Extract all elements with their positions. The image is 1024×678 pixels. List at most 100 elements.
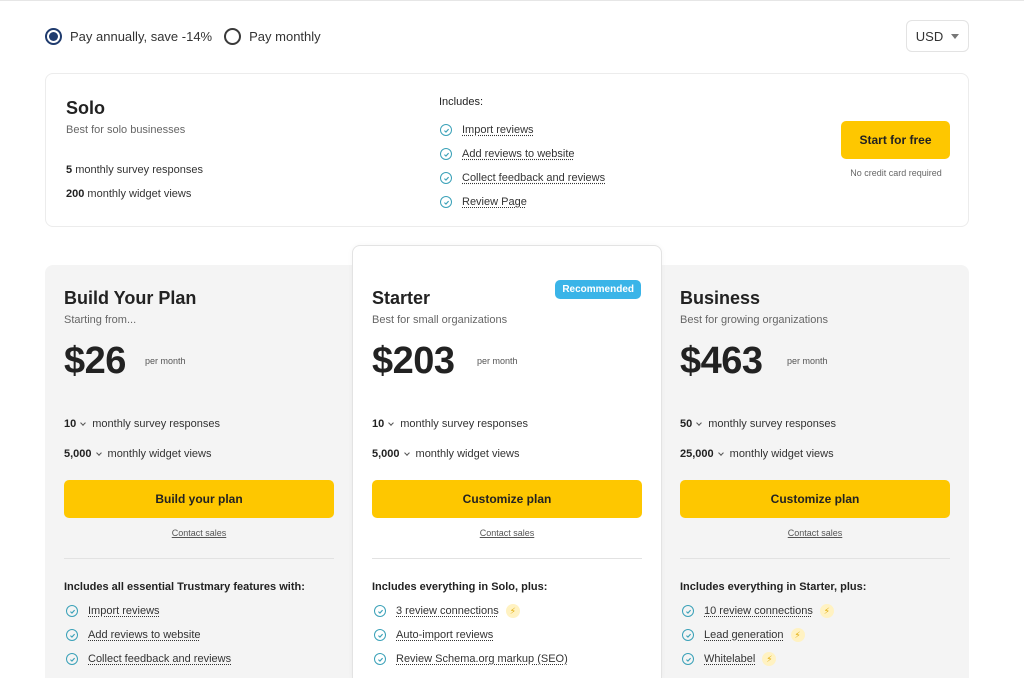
build-your-plan-button[interactable]: Build your plan bbox=[64, 480, 334, 518]
list-item: 3 review connections ⚡ bbox=[374, 599, 568, 623]
plan-name: Starter bbox=[372, 288, 431, 308]
list-item: Whitelabel ⚡ bbox=[682, 647, 834, 671]
solo-plan-subtitle: Best for solo businesses bbox=[66, 124, 186, 136]
solo-views-value: 200 bbox=[66, 188, 85, 200]
check-circle-icon bbox=[682, 629, 694, 641]
views-selector[interactable]: 5,000 monthly widget views bbox=[64, 448, 211, 460]
price-period: per month bbox=[477, 356, 518, 366]
pay-annually-option[interactable]: Pay annually, save -14% bbox=[45, 28, 212, 45]
feature-link[interactable]: Review Page bbox=[462, 196, 527, 208]
no-credit-card-note: No credit card required bbox=[850, 168, 942, 178]
includes-heading: Includes everything in Solo, plus: bbox=[372, 581, 548, 593]
divider bbox=[372, 558, 642, 559]
feature-link[interactable]: Auto-import reviews bbox=[396, 629, 493, 641]
views-value: 5,000 bbox=[372, 448, 400, 460]
plan-price: $26 bbox=[64, 340, 126, 382]
check-circle-icon bbox=[440, 172, 452, 184]
solo-feature-list: Import reviews Add reviews to website Co… bbox=[440, 118, 605, 214]
responses-selector[interactable]: 10 monthly survey responses bbox=[64, 418, 220, 430]
pay-monthly-label: Pay monthly bbox=[249, 29, 321, 44]
chevron-down-icon[interactable] bbox=[717, 450, 724, 456]
plan-price: $203 bbox=[372, 340, 455, 382]
list-item: Add reviews to website bbox=[66, 623, 231, 647]
contact-sales-link[interactable]: Contact sales bbox=[64, 528, 334, 538]
check-circle-icon bbox=[682, 605, 694, 617]
feature-link[interactable]: Lead generation bbox=[704, 629, 784, 641]
pay-annually-label: Pay annually, save -14% bbox=[70, 29, 213, 44]
list-item: Auto-import reviews bbox=[374, 623, 568, 647]
feature-link[interactable]: 3 review connections bbox=[396, 605, 499, 617]
responses-selector[interactable]: 50 monthly survey responses bbox=[680, 418, 836, 430]
responses-value: 10 bbox=[64, 418, 77, 430]
solo-responses-label: monthly survey responses bbox=[75, 164, 203, 176]
feature-link[interactable]: 10 review connections bbox=[704, 605, 813, 617]
currency-select[interactable]: USD bbox=[906, 20, 969, 52]
plan-subtitle: Starting from... bbox=[64, 314, 137, 326]
chevron-down-icon[interactable] bbox=[403, 450, 410, 456]
feature-link[interactable]: Import reviews bbox=[462, 124, 534, 136]
chevron-down-icon[interactable] bbox=[95, 450, 102, 456]
billing-toggle: Pay annually, save -14% Pay monthly bbox=[45, 28, 333, 45]
top-divider bbox=[0, 0, 1024, 1]
includes-heading: Includes everything in Starter, plus: bbox=[680, 581, 867, 593]
check-circle-icon bbox=[374, 653, 386, 665]
feature-list: Import reviews Add reviews to website Co… bbox=[66, 599, 231, 671]
feature-link[interactable]: Collect feedback and reviews bbox=[462, 172, 605, 184]
responses-label: monthly survey responses bbox=[400, 418, 529, 430]
check-circle-icon bbox=[440, 196, 452, 208]
plan-subtitle: Best for growing organizations bbox=[680, 314, 828, 326]
contact-sales-link[interactable]: Contact sales bbox=[680, 528, 950, 538]
feature-link[interactable]: Add reviews to website bbox=[88, 629, 201, 641]
pay-monthly-option[interactable]: Pay monthly bbox=[224, 28, 321, 45]
views-selector[interactable]: 5,000 monthly widget views bbox=[372, 448, 519, 460]
customize-plan-button[interactable]: Customize plan bbox=[372, 480, 642, 518]
feature-link[interactable]: Import reviews bbox=[88, 605, 160, 617]
feature-link[interactable]: Collect feedback and reviews bbox=[88, 653, 231, 665]
check-circle-icon bbox=[682, 653, 694, 665]
check-circle-icon bbox=[66, 629, 78, 641]
feature-link[interactable]: Review Schema.org markup (SEO) bbox=[396, 653, 568, 665]
caret-down-icon bbox=[951, 33, 960, 39]
contact-sales-link[interactable]: Contact sales bbox=[372, 528, 642, 538]
feature-list: 10 review connections ⚡ Lead generation ⚡ … bbox=[682, 599, 834, 671]
list-item: Collect feedback and reviews bbox=[66, 647, 231, 671]
start-for-free-button[interactable]: Start for free bbox=[841, 121, 950, 159]
plan-name: Build Your Plan bbox=[64, 288, 197, 308]
recommended-badge: Recommended bbox=[555, 280, 641, 299]
responses-label: monthly survey responses bbox=[708, 418, 837, 430]
list-item: Import reviews bbox=[66, 599, 231, 623]
divider bbox=[64, 558, 334, 559]
price-period: per month bbox=[145, 356, 186, 366]
feature-link[interactable]: Add reviews to website bbox=[462, 148, 575, 160]
plan-name: Business bbox=[680, 288, 761, 308]
check-circle-icon bbox=[66, 605, 78, 617]
views-value: 25,000 bbox=[680, 448, 714, 460]
plan-subtitle: Best for small organizations bbox=[372, 314, 508, 326]
solo-responses-limit: 5 monthly survey responses bbox=[66, 164, 203, 176]
feature-link[interactable]: Whitelabel bbox=[704, 653, 755, 665]
solo-views-limit: 200 monthly widget views bbox=[66, 188, 191, 200]
check-circle-icon bbox=[374, 629, 386, 641]
check-circle-icon bbox=[66, 653, 78, 665]
chevron-down-icon[interactable] bbox=[80, 420, 87, 426]
views-selector[interactable]: 25,000 monthly widget views bbox=[680, 448, 834, 460]
responses-value: 10 bbox=[372, 418, 385, 430]
price-period: per month bbox=[787, 356, 828, 366]
customize-plan-button[interactable]: Customize plan bbox=[680, 480, 950, 518]
currency-value: USD bbox=[915, 28, 944, 44]
check-circle-icon bbox=[374, 605, 386, 617]
check-circle-icon bbox=[440, 148, 452, 160]
list-item: Review Schema.org markup (SEO) bbox=[374, 647, 568, 671]
radio-selected-icon[interactable] bbox=[45, 28, 62, 45]
responses-selector[interactable]: 10 monthly survey responses bbox=[372, 418, 528, 430]
chevron-down-icon[interactable] bbox=[388, 420, 395, 426]
views-value: 5,000 bbox=[64, 448, 92, 460]
list-item: Review Page bbox=[440, 190, 605, 214]
radio-unselected-icon[interactable] bbox=[224, 28, 242, 45]
lightning-bolt-icon: ⚡ bbox=[819, 604, 834, 618]
chevron-down-icon[interactable] bbox=[696, 420, 703, 426]
divider bbox=[680, 558, 950, 559]
solo-responses-value: 5 bbox=[66, 164, 73, 176]
views-label: monthly widget views bbox=[415, 448, 520, 460]
list-item: Collect feedback and reviews bbox=[440, 166, 605, 190]
